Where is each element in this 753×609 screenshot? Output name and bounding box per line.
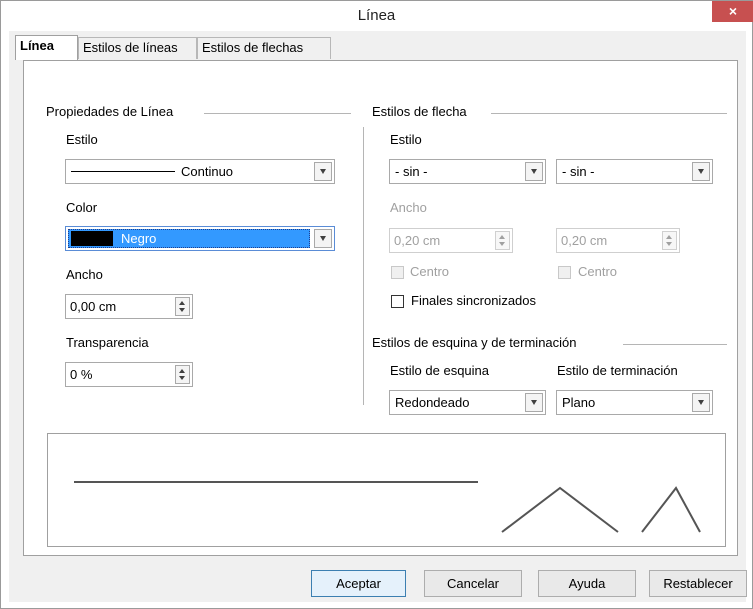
- arrow-end-style-select[interactable]: - sin -: [556, 159, 713, 184]
- cancel-button[interactable]: Cancelar: [424, 570, 522, 597]
- color-swatch: [71, 231, 113, 246]
- spin-arrows-icon[interactable]: [175, 297, 190, 316]
- line-style-sample: [71, 171, 175, 172]
- corner-style-value: Redondeado: [395, 395, 470, 410]
- cap-style-label: Estilo de terminación: [557, 363, 678, 378]
- chevron-down-icon[interactable]: [314, 162, 332, 181]
- arrow-start-center-label: Centro: [410, 264, 450, 279]
- tab-linea-label: Línea: [20, 38, 54, 53]
- line-color-label: Color: [66, 200, 98, 215]
- line-preview: [47, 433, 726, 547]
- transparency-label: Transparencia: [66, 335, 149, 350]
- reset-button[interactable]: Restablecer: [649, 570, 747, 597]
- arrow-width-label: Ancho: [390, 200, 427, 215]
- chevron-down-icon[interactable]: [692, 162, 710, 181]
- line-width-value: 0,00 cm: [70, 299, 117, 314]
- arrow-start-width-value: 0,20 cm: [394, 233, 441, 248]
- synchronize-ends-checkbox[interactable]: [391, 295, 404, 308]
- tab-estilos-lineas-label: Estilos de líneas: [83, 40, 178, 55]
- transparency-spinner[interactable]: 0 %: [65, 362, 193, 387]
- group-separator: [363, 127, 364, 405]
- arrow-start-center-checkbox[interactable]: [391, 266, 404, 279]
- line-style-label: Estilo: [66, 132, 98, 147]
- spin-arrows-icon[interactable]: [495, 231, 510, 250]
- arrow-end-width-value: 0,20 cm: [561, 233, 608, 248]
- line-dialog: Línea × Línea Estilos de líneas Estilos …: [0, 0, 753, 609]
- preview-narrow-corner: [641, 486, 701, 533]
- line-width-label: Ancho: [66, 267, 103, 282]
- corner-style-label: Estilo de esquina: [390, 363, 490, 378]
- chevron-down-icon[interactable]: [692, 393, 710, 412]
- cap-style-select[interactable]: Plano: [556, 390, 713, 415]
- preview-wide-corner: [501, 486, 619, 533]
- ok-button[interactable]: Aceptar: [311, 570, 406, 597]
- arrow-start-style-value: - sin -: [395, 164, 428, 179]
- line-color-select[interactable]: Negro: [65, 226, 335, 251]
- close-button[interactable]: ×: [712, 1, 753, 22]
- spin-arrows-icon[interactable]: [175, 365, 190, 384]
- arrow-end-style-value: - sin -: [562, 164, 595, 179]
- corner-style-select[interactable]: Redondeado: [389, 390, 546, 415]
- tab-estilos-lineas[interactable]: Estilos de líneas: [78, 37, 197, 59]
- spin-arrows-icon[interactable]: [662, 231, 677, 250]
- help-button[interactable]: Ayuda: [538, 570, 636, 597]
- arrow-start-style-select[interactable]: - sin -: [389, 159, 546, 184]
- chevron-down-icon[interactable]: [525, 162, 543, 181]
- arrow-end-center-label: Centro: [578, 264, 618, 279]
- line-style-value: Continuo: [181, 164, 234, 179]
- arrow-end-width-spinner[interactable]: 0,20 cm: [556, 228, 680, 253]
- line-preview-drawing: [74, 481, 701, 533]
- synchronize-ends-label: Finales sincronizados: [411, 293, 537, 308]
- arrow-styles-title: Estilos de flecha: [372, 104, 467, 119]
- line-style-select[interactable]: Continuo: [65, 159, 335, 184]
- line-width-spinner[interactable]: 0,00 cm: [65, 294, 193, 319]
- chevron-down-icon[interactable]: [525, 393, 543, 412]
- corner-styles-rule: [623, 344, 727, 345]
- tab-estilos-flechas[interactable]: Estilos de flechas: [197, 37, 331, 59]
- arrow-end-center-checkbox[interactable]: [558, 266, 571, 279]
- tab-estilos-flechas-label: Estilos de flechas: [202, 40, 304, 55]
- line-properties-title: Propiedades de Línea: [46, 104, 174, 119]
- line-color-value: Negro: [121, 231, 157, 246]
- title-bar: Línea ×: [1, 1, 753, 29]
- tab-linea[interactable]: Línea: [15, 35, 78, 60]
- corner-styles-title: Estilos de esquina y de terminación: [372, 335, 577, 350]
- line-properties-rule: [204, 113, 351, 114]
- cap-style-value: Plano: [562, 395, 596, 410]
- close-icon: ×: [728, 3, 738, 19]
- arrow-styles-rule: [491, 113, 727, 114]
- arrow-start-width-spinner[interactable]: 0,20 cm: [389, 228, 513, 253]
- dialog-title: Línea: [357, 7, 396, 24]
- line-style-label-text: Estilo: [66, 132, 98, 147]
- transparency-value: 0 %: [70, 367, 93, 382]
- arrow-style-label: Estilo: [390, 132, 422, 147]
- chevron-down-icon[interactable]: [314, 229, 332, 248]
